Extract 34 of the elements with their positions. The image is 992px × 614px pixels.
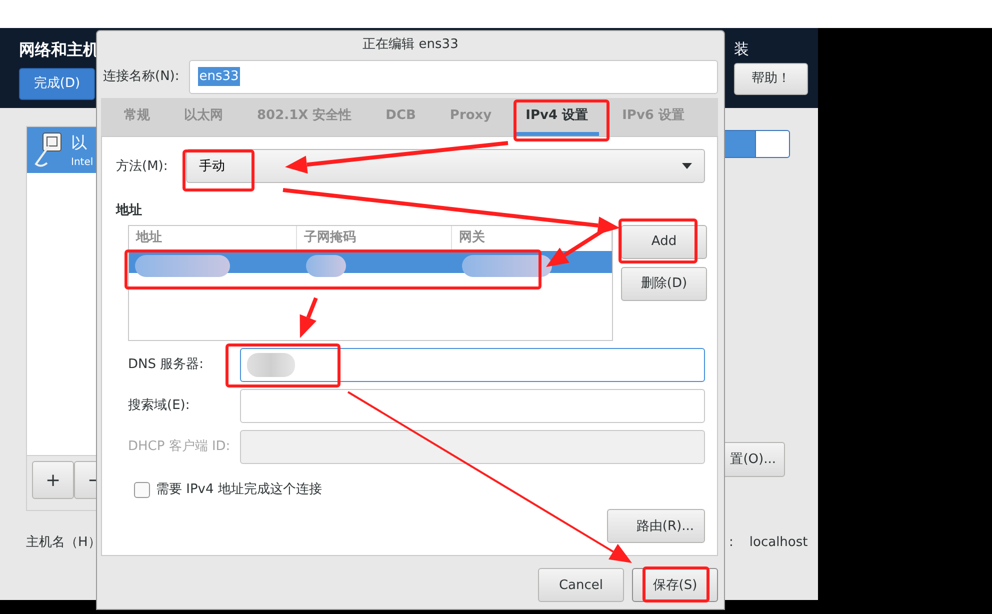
annotation-arrow [300, 297, 318, 338]
column-header: 地址 [129, 226, 297, 251]
redacted-value [247, 352, 295, 377]
dialog-title: 正在编辑 ens33 [362, 37, 458, 52]
ethernet-icon [33, 131, 63, 169]
routes-button[interactable]: 路由(R)... [607, 509, 705, 544]
checkbox-label: 需要 IPv4 地址完成这个连接 [156, 480, 322, 499]
delete-button[interactable]: 删除(D) [621, 266, 707, 301]
field-label: DNS 服务器: [127, 356, 204, 374]
hostname-colon: : [729, 534, 734, 552]
input-field[interactable] [240, 388, 705, 423]
field-label: 搜索域(E): [127, 397, 191, 416]
hostname-value: localhost [749, 534, 808, 552]
header-text: 装 [734, 39, 749, 60]
done-button[interactable]: 完成(D) [19, 68, 95, 100]
dropdown-arrow-icon [682, 163, 692, 170]
section-heading: 地址 [116, 203, 142, 218]
checkbox[interactable] [134, 482, 150, 498]
redacted-value [306, 254, 346, 277]
method-dropdown[interactable]: 手动 [186, 149, 705, 184]
highlight-box [642, 566, 710, 602]
connection-subtitle: Intel [71, 156, 94, 170]
method-label: 方法(M): [116, 158, 168, 176]
add-button[interactable]: + [32, 461, 74, 499]
hostname-label: 主机名（H） [26, 534, 102, 552]
field-label: DHCP 客户端 ID: [127, 438, 232, 456]
input-field[interactable] [240, 348, 705, 382]
help-button[interactable]: 帮助！ [734, 62, 808, 94]
connection-name-label: 连接名称(N): [103, 68, 180, 86]
highlight-box [182, 150, 254, 192]
column-header: 子网掩码 [297, 226, 452, 251]
add-button[interactable]: Add [621, 224, 707, 259]
cancel-button[interactable]: Cancel [538, 568, 624, 602]
connection-name: 以 [71, 132, 88, 154]
